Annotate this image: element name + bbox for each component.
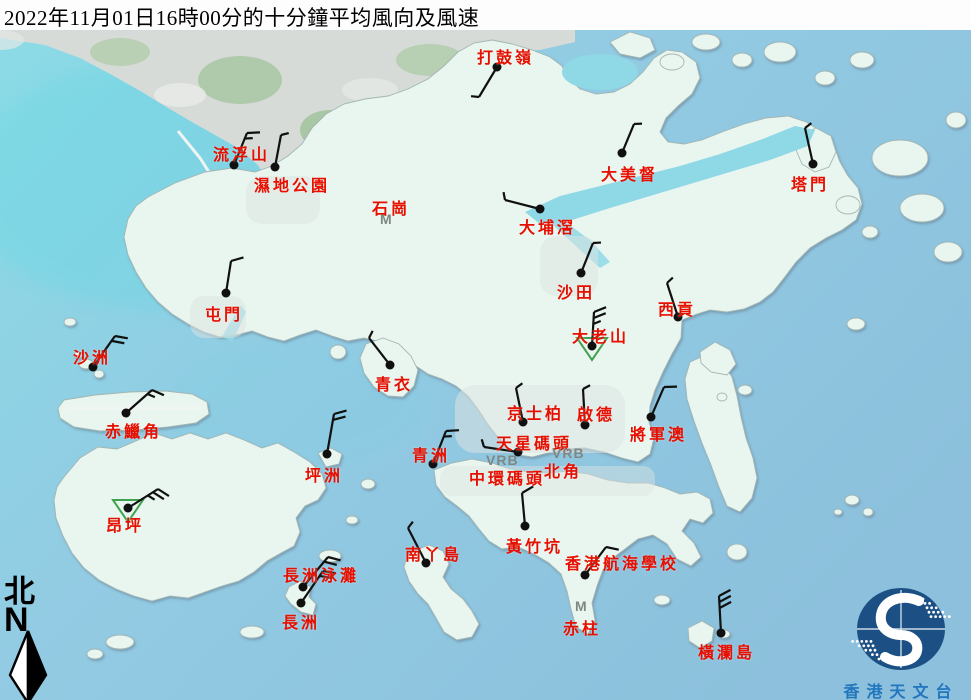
logo-dot (870, 640, 873, 643)
page-title: 2022年11月01日16時00分的十分鐘平均風向及風速 (4, 2, 479, 32)
starling-inlet (562, 54, 638, 90)
logo-dot (930, 606, 933, 609)
compass-needle-icon (4, 629, 60, 700)
logo-dot (924, 602, 927, 605)
logo-dot (872, 644, 875, 647)
logo-dot (878, 658, 881, 661)
logo-dot (948, 615, 951, 618)
logo-dot (930, 615, 933, 618)
logo-dot (864, 649, 867, 652)
logo-dot (851, 640, 854, 643)
logo-dot (862, 644, 865, 647)
hko-logo-icon (831, 585, 971, 671)
logo-dot (928, 602, 931, 605)
wind-map-page: 打鼓嶺流浮山濕地公園石崗M大美督塔門大埔滘沙田西貢屯門沙洲大老山青衣赤鱲角京士柏… (0, 0, 971, 700)
logo-dot (939, 615, 942, 618)
logo-dot (869, 649, 872, 652)
logo-dot (937, 611, 940, 614)
logo-dot (943, 615, 946, 618)
north-indicator: 北 N (4, 577, 64, 700)
logo-dot (865, 640, 868, 643)
hong-kong-map (0, 0, 971, 700)
logo-dot (932, 611, 935, 614)
logo-dot (941, 611, 944, 614)
logo-dot (860, 640, 863, 643)
logo-dot (874, 649, 877, 652)
logo-dot (876, 653, 879, 656)
hko-name-chinese: 香港天文台 (831, 678, 971, 700)
logo-dot (867, 644, 870, 647)
logo-dot (871, 653, 874, 656)
logo-dot (928, 611, 931, 614)
logo-dot (922, 598, 925, 601)
title-bar: 2022年11月01日16時00分的十分鐘平均風向及風速 (0, 0, 971, 30)
logo-dot (856, 640, 859, 643)
logo-dot (858, 644, 861, 647)
logo-dot (926, 606, 929, 609)
logo-dot (934, 615, 937, 618)
hko-logo: 香港天文台 HONG KONG OBSERVATORY (831, 585, 971, 700)
logo-dot (935, 606, 938, 609)
